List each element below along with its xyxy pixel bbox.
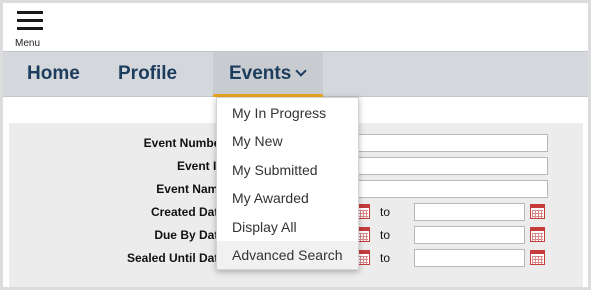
calendar-icon[interactable] bbox=[530, 250, 545, 265]
event-number-label: Event Number bbox=[143, 136, 225, 150]
menu-label: Menu bbox=[15, 38, 41, 49]
chevron-down-icon bbox=[295, 65, 307, 77]
to-label: to bbox=[380, 205, 391, 219]
menu-item-my-submitted[interactable]: My Submitted bbox=[217, 156, 358, 184]
calendar-icon[interactable] bbox=[530, 204, 545, 219]
sealed-until-date-label: Sealed Until Date bbox=[126, 251, 225, 265]
hamburger-icon bbox=[17, 11, 43, 14]
menu-item-display-all[interactable]: Display All bbox=[217, 213, 358, 241]
created-date-label: Created Date bbox=[150, 205, 225, 219]
to-label: to bbox=[380, 228, 391, 242]
nav-profile[interactable]: Profile bbox=[118, 52, 177, 96]
nav-events-label: Events bbox=[229, 63, 292, 84]
due-by-date-to-input[interactable] bbox=[414, 226, 525, 244]
menu-item-my-in-progress[interactable]: My In Progress bbox=[217, 99, 358, 127]
page-frame: Menu Home Profile Events Event Number Ev… bbox=[0, 0, 591, 290]
sealed-until-date-to-input[interactable] bbox=[414, 249, 525, 267]
due-by-date-label: Due By Date bbox=[154, 228, 225, 242]
menu-item-advanced-search[interactable]: Advanced Search bbox=[217, 241, 358, 269]
event-name-label: Event Name bbox=[156, 182, 225, 196]
calendar-icon[interactable] bbox=[530, 227, 545, 242]
nav-home[interactable]: Home bbox=[27, 52, 80, 96]
top-bar: Menu bbox=[3, 3, 588, 51]
menu-item-my-awarded[interactable]: My Awarded bbox=[217, 184, 358, 212]
nav-events[interactable]: Events bbox=[213, 52, 323, 97]
hamburger-icon-line bbox=[17, 27, 43, 30]
events-dropdown-menu: My In Progress My New My Submitted My Aw… bbox=[216, 97, 359, 270]
created-date-to-input[interactable] bbox=[414, 203, 525, 221]
menu-item-my-new[interactable]: My New bbox=[217, 127, 358, 155]
main-nav: Home Profile Events bbox=[3, 51, 588, 97]
to-label: to bbox=[380, 251, 391, 265]
menu-button[interactable]: Menu bbox=[13, 7, 53, 49]
hamburger-icon-line bbox=[17, 19, 43, 22]
